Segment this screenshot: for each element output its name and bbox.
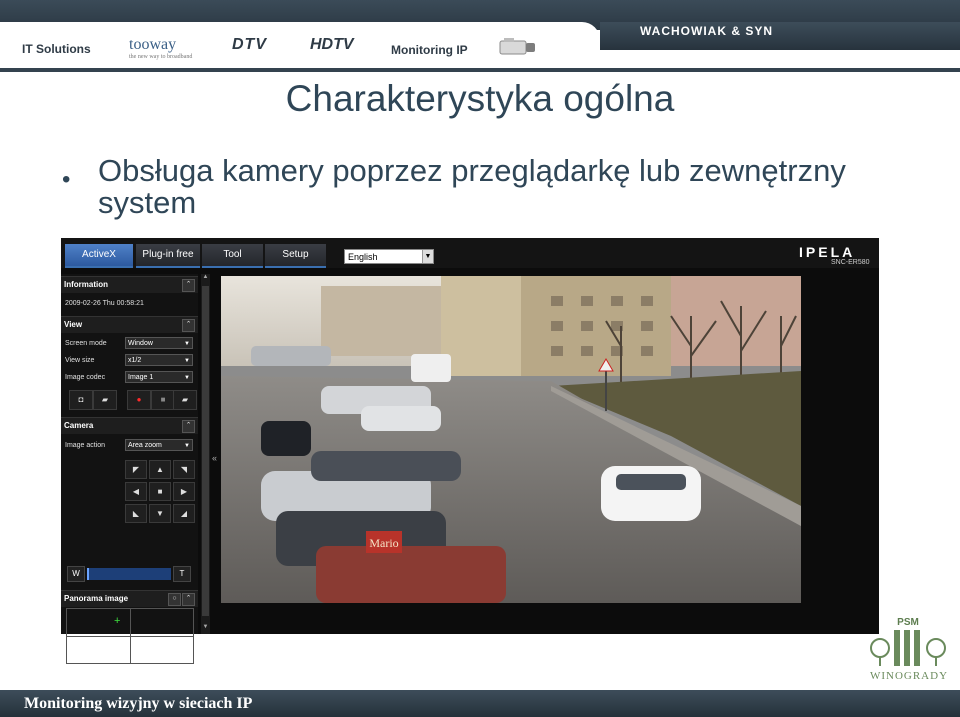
it-solutions-logo: IT Solutions xyxy=(22,42,91,56)
language-select[interactable]: English ▼ xyxy=(344,249,434,264)
pan-up-left-icon[interactable]: ◤ xyxy=(125,460,147,479)
pan-down-left-icon[interactable]: ◣ xyxy=(125,504,147,523)
record-icon[interactable]: ● xyxy=(127,390,151,410)
tab-plugin-free[interactable]: Plug-in free xyxy=(136,244,200,268)
scroll-up-icon[interactable]: ▲ xyxy=(201,274,210,284)
camera-section-header: Camera ⌃ xyxy=(61,417,198,434)
tab-setup[interactable]: Setup xyxy=(265,244,326,268)
screen-mode-select[interactable]: Window ▼ xyxy=(125,337,193,349)
screen-mode-value: Window xyxy=(128,340,153,347)
pan-right-icon[interactable]: ▶ xyxy=(173,482,195,501)
pan-up-right-icon[interactable]: ◥ xyxy=(173,460,195,479)
scrollbar-thumb[interactable] xyxy=(202,286,209,616)
view-size-value: x1/2 xyxy=(128,357,142,364)
ip-camera-icon xyxy=(499,38,535,55)
image-action-select[interactable]: Area zoom ▼ xyxy=(125,439,193,451)
collapse-icon[interactable]: ⌃ xyxy=(182,593,195,606)
camera-model: SNC-ER580 xyxy=(831,259,870,266)
monitoring-ip-logo: Monitoring IP xyxy=(391,43,468,57)
collapse-panel-icon[interactable]: « xyxy=(212,453,217,463)
white-car-windows xyxy=(616,474,686,490)
winogrady-text: WINOGRADY xyxy=(869,670,949,682)
pan-down-right-icon[interactable]: ◢ xyxy=(173,504,195,523)
footer-bar: Monitoring wizyjny w sieciach IP xyxy=(0,690,960,717)
tooway-tagline: the new way to broadband xyxy=(129,54,193,60)
crosshair-icon: + xyxy=(114,615,121,627)
information-title: Information xyxy=(64,280,108,289)
image-codec-label: Image codec xyxy=(65,374,106,381)
zoom-slider[interactable] xyxy=(87,568,171,580)
image-codec-value: Image 1 xyxy=(128,374,154,381)
pan-left-icon[interactable]: ◀ xyxy=(125,482,147,501)
wachowiak-brand: WACHOWIAK & SYN xyxy=(640,24,773,38)
tooway-logo: tooway the new way to broadband xyxy=(129,36,192,60)
information-datetime: 2009-02-26 Thu 00:58:21 xyxy=(65,300,144,307)
image-codec-select[interactable]: Image 1 ▼ xyxy=(125,371,193,383)
camera-top-nav: ActiveX Plug-in free Tool Setup English ▼… xyxy=(61,238,879,268)
panorama-grid[interactable]: + xyxy=(66,608,194,664)
psm-logo-text: PSM xyxy=(897,617,919,628)
header-bottom-line xyxy=(0,68,960,72)
chevron-down-icon: ▼ xyxy=(184,375,190,381)
capture-icon[interactable]: ◘ xyxy=(69,390,93,410)
slide-title: Charakterystyka ogólna xyxy=(285,78,675,119)
chevron-down-icon: ▼ xyxy=(184,443,190,449)
hdtv-logo: HDTV xyxy=(310,36,354,53)
image-action-value: Area zoom xyxy=(128,442,162,449)
chevron-down-icon: ▼ xyxy=(184,358,190,364)
dtv-logo: DTV xyxy=(232,36,267,53)
view-size-select[interactable]: x1/2 ▼ xyxy=(125,354,193,366)
live-camera-view[interactable]: Mario xyxy=(221,276,801,603)
open-folder-icon[interactable]: ▰ xyxy=(93,390,117,410)
refresh-icon[interactable]: ○ xyxy=(168,593,181,606)
stop-icon[interactable]: ■ xyxy=(151,390,175,410)
panorama-divider xyxy=(67,636,193,637)
screen-mode-label: Screen mode xyxy=(65,340,107,347)
pan-home-icon[interactable]: ■ xyxy=(149,482,171,501)
language-value: English xyxy=(348,252,378,262)
view-size-label: View size xyxy=(65,357,95,364)
open-folder-icon[interactable]: ▰ xyxy=(173,390,197,410)
sign-text: Mario xyxy=(369,536,398,550)
header-banner: IT Solutions tooway the new way to broadb… xyxy=(0,0,960,72)
bullet-marker: • xyxy=(62,166,71,193)
camera-web-ui: ActiveX Plug-in free Tool Setup English ▼… xyxy=(61,238,879,664)
collapse-icon[interactable]: ⌃ xyxy=(182,420,195,433)
view-title: View xyxy=(64,320,83,329)
panorama-section-header: Panorama image ○ ⌃ xyxy=(61,590,198,607)
control-panel: Information ⌃ 2009-02-26 Thu 00:58:21 Vi… xyxy=(61,274,198,664)
information-section-header: Information ⌃ xyxy=(61,276,198,293)
collapse-icon[interactable]: ⌃ xyxy=(182,319,195,332)
footer-text: Monitoring wizyjny w sieciach IP xyxy=(24,695,253,712)
chevron-down-icon: ▼ xyxy=(422,250,433,263)
panorama-title: Panorama image xyxy=(64,594,129,603)
scroll-down-icon[interactable]: ▼ xyxy=(201,624,210,634)
tooway-logo-text: tooway xyxy=(129,36,177,53)
tab-activex[interactable]: ActiveX xyxy=(65,244,133,268)
zoom-wide-button[interactable]: W xyxy=(67,566,85,582)
chevron-down-icon: ▼ xyxy=(184,341,190,347)
image-action-label: Image action xyxy=(65,442,106,449)
ipela-brand: IPELA xyxy=(799,244,856,260)
view-section-header: View ⌃ xyxy=(61,316,198,333)
pan-up-icon[interactable]: ▲ xyxy=(149,460,171,479)
camera-title: Camera xyxy=(64,421,94,430)
zoom-tele-button[interactable]: T xyxy=(173,566,191,582)
bullet-text: Obsługa kamery poprzez przeglądarkę lub … xyxy=(98,153,846,220)
panel-scrollbar[interactable]: ▲ ▼ xyxy=(201,274,210,634)
collapse-icon[interactable]: ⌃ xyxy=(182,279,195,292)
pan-down-icon[interactable]: ▼ xyxy=(149,504,171,523)
tab-tool[interactable]: Tool xyxy=(202,244,263,268)
